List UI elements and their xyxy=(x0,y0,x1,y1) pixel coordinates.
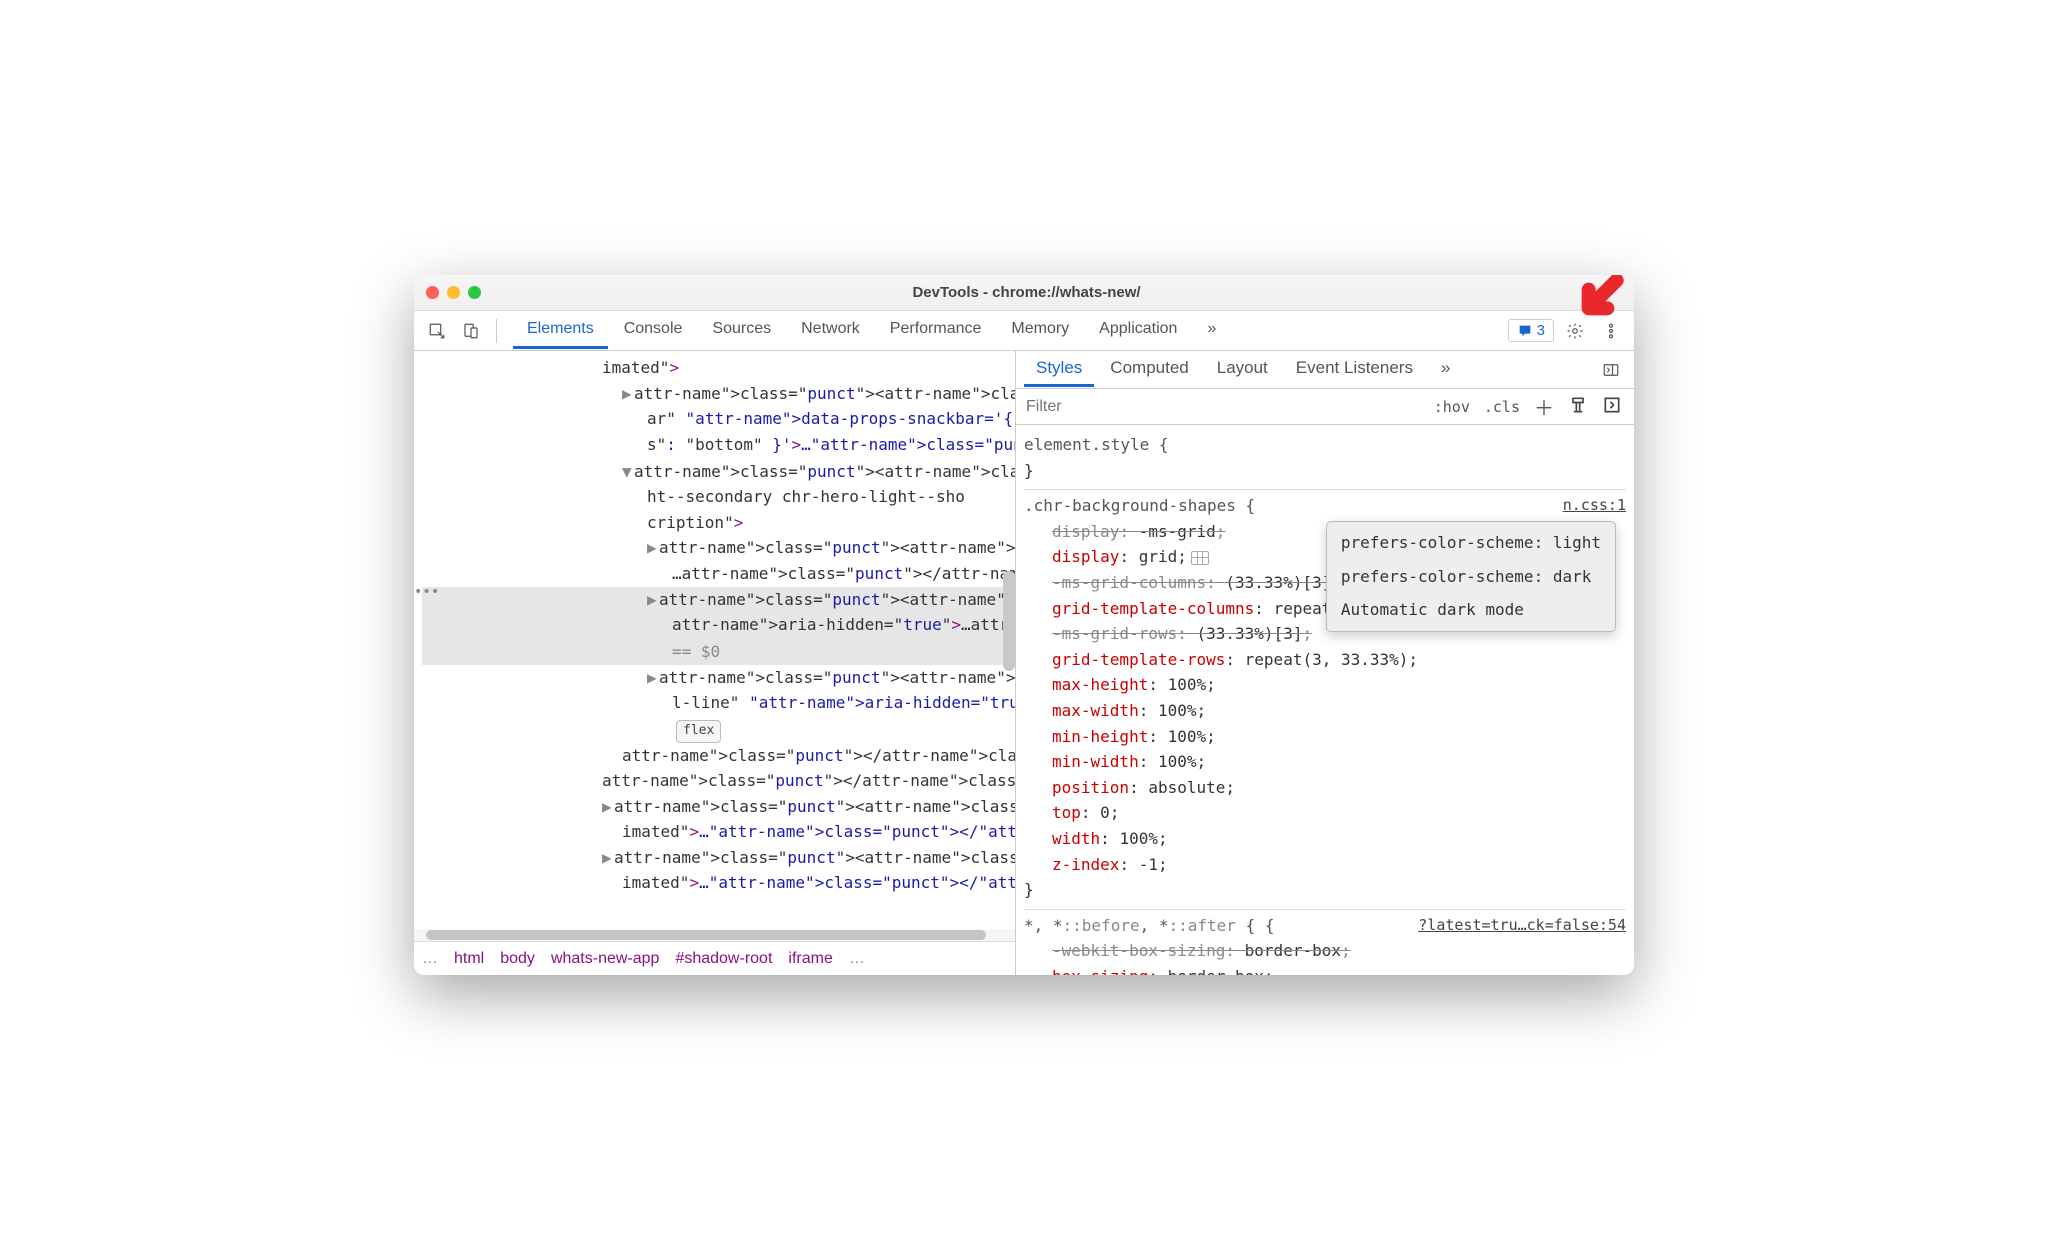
grid-badge-icon[interactable] xyxy=(1191,551,1209,565)
cls-toggle[interactable]: .cls xyxy=(1478,395,1526,419)
filter-input[interactable] xyxy=(1016,398,1422,416)
breadcrumb: … html body whats-new-app #shadow-root iframe… xyxy=(414,941,1015,975)
computed-sidebar-icon[interactable] xyxy=(1596,392,1628,422)
dom-line[interactable]: ▼attr-name">class="punct"><attr-name">cl… xyxy=(422,459,1015,485)
css-rule[interactable]: ?latest=tru…ck=false:54*, *::before, *::… xyxy=(1024,910,1626,975)
tab-memory[interactable]: Memory xyxy=(997,312,1083,349)
dom-line[interactable]: ▶attr-name">class="punct"><attr-name">cl… xyxy=(422,845,1015,871)
tab-event-listeners[interactable]: Event Listeners xyxy=(1284,352,1425,387)
breadcrumb-item[interactable]: #shadow-root xyxy=(675,950,772,968)
scrollbar-horizontal[interactable] xyxy=(414,929,1015,941)
tab-elements[interactable]: Elements xyxy=(513,312,608,349)
dom-line[interactable]: ▶attr-name">class="punct"><attr-name">cl… xyxy=(422,535,1015,561)
source-link[interactable]: n.css:1 xyxy=(1563,493,1626,517)
scrollbar-vertical[interactable] xyxy=(1003,571,1015,671)
rendering-emulation-icon[interactable] xyxy=(1562,392,1594,422)
minimize-window[interactable] xyxy=(447,286,460,299)
dom-line[interactable]: ▶attr-name">class="punct"><attr-name">cl… xyxy=(422,665,1015,691)
dom-line[interactable]: ▶attr-name">class="punct"><attr-name">cl… xyxy=(422,587,1015,613)
styles-tabs: Styles Computed Layout Event Listeners » xyxy=(1016,351,1634,389)
dom-line[interactable]: imated"> xyxy=(422,355,1015,381)
device-toggle-icon[interactable] xyxy=(456,316,486,346)
breadcrumb-item[interactable]: … xyxy=(422,950,438,968)
dom-line[interactable]: l-line" "attr-name">aria-hidden="true">…… xyxy=(422,690,1015,716)
dom-line[interactable]: cription"> xyxy=(422,510,1015,536)
zoom-window[interactable] xyxy=(468,286,481,299)
devtools-window: DevTools - chrome://whats-new/ Elements … xyxy=(414,275,1634,975)
issues-badge[interactable]: 3 xyxy=(1508,319,1554,342)
dom-line[interactable]: attr-name">class="punct"></attr-name">cl… xyxy=(422,743,1015,769)
close-window[interactable] xyxy=(426,286,439,299)
tab-computed[interactable]: Computed xyxy=(1098,352,1200,387)
dom-line[interactable]: imated">…"attr-name">class="punct"></"at… xyxy=(422,819,1015,845)
window-title: DevTools - chrome://whats-new/ xyxy=(481,284,1572,301)
inspect-icon[interactable] xyxy=(422,316,452,346)
dom-line[interactable]: attr-name">class="punct"></attr-name">cl… xyxy=(422,768,1015,794)
breadcrumb-item[interactable]: whats-new-app xyxy=(551,950,660,968)
source-link[interactable]: ?latest=tru…ck=false:54 xyxy=(1418,913,1626,937)
popup-item[interactable]: Automatic dark mode xyxy=(1327,593,1615,627)
issues-count: 3 xyxy=(1537,322,1545,339)
tab-console[interactable]: Console xyxy=(610,312,697,349)
toggle-sidebar-icon[interactable] xyxy=(1596,355,1626,385)
breadcrumb-item[interactable]: iframe xyxy=(788,950,832,968)
styles-panel: Styles Computed Layout Event Listeners »… xyxy=(1016,351,1634,975)
hov-toggle[interactable]: :hov xyxy=(1428,395,1476,419)
dom-line[interactable]: s": "bottom" }'>…"attr-name">class="punc… xyxy=(422,432,1015,459)
dom-line[interactable]: ht--secondary chr-hero-light--sho xyxy=(422,484,1015,510)
gutter-dots[interactable]: ••• xyxy=(414,581,439,603)
dom-line[interactable]: imated">…"attr-name">class="punct"></"at… xyxy=(422,870,1015,896)
dom-line[interactable]: == $0 xyxy=(422,639,1015,665)
popup-item[interactable]: prefers-color-scheme: dark xyxy=(1327,560,1615,594)
tab-application[interactable]: Application xyxy=(1085,312,1191,349)
css-rule[interactable]: element.style {} xyxy=(1024,429,1626,490)
tab-performance[interactable]: Performance xyxy=(876,312,996,349)
breadcrumb-item[interactable]: … xyxy=(849,950,865,968)
titlebar: DevTools - chrome://whats-new/ xyxy=(414,275,1634,311)
dom-tree[interactable]: imated">▶attr-name">class="punct"><attr-… xyxy=(414,351,1015,929)
main-toolbar: Elements Console Sources Network Perform… xyxy=(414,311,1634,351)
tab-layout[interactable]: Layout xyxy=(1205,352,1280,387)
dom-line[interactable]: flex xyxy=(422,716,1015,743)
panel-tabs: Elements Console Sources Network Perform… xyxy=(513,312,1504,349)
dom-line[interactable]: ▶attr-name">class="punct"><attr-name">cl… xyxy=(422,381,1015,407)
window-controls xyxy=(426,286,481,299)
popup-item[interactable]: prefers-color-scheme: light xyxy=(1327,526,1615,560)
dom-line[interactable]: ▶attr-name">class="punct"><attr-name">cl… xyxy=(422,794,1015,820)
filter-row: :hov .cls ＋ xyxy=(1016,389,1634,425)
breadcrumb-item[interactable]: body xyxy=(500,950,535,968)
tab-network[interactable]: Network xyxy=(787,312,874,349)
tab-sources[interactable]: Sources xyxy=(698,312,785,349)
dom-line[interactable]: attr-name">aria-hidden="true">…attr-name… xyxy=(422,612,1015,639)
dom-line[interactable]: …attr-name">class="punct"></attr-name">c… xyxy=(422,561,1015,587)
elements-panel: imated">▶attr-name">class="punct"><attr-… xyxy=(414,351,1016,975)
styles-tabs-overflow-icon[interactable]: » xyxy=(1429,352,1462,387)
new-rule-icon[interactable]: ＋ xyxy=(1528,389,1560,424)
breadcrumb-item[interactable]: html xyxy=(454,950,484,968)
rendering-emulation-popup: prefers-color-scheme: light prefers-colo… xyxy=(1326,521,1616,632)
styles-body[interactable]: element.style {}n.css:1.chr-background-s… xyxy=(1016,425,1634,975)
tab-styles[interactable]: Styles xyxy=(1024,352,1094,387)
tabs-overflow-icon[interactable]: » xyxy=(1193,312,1230,349)
dom-line[interactable]: ar" "attr-name">data-props-snackbar='{"d… xyxy=(422,406,1015,432)
